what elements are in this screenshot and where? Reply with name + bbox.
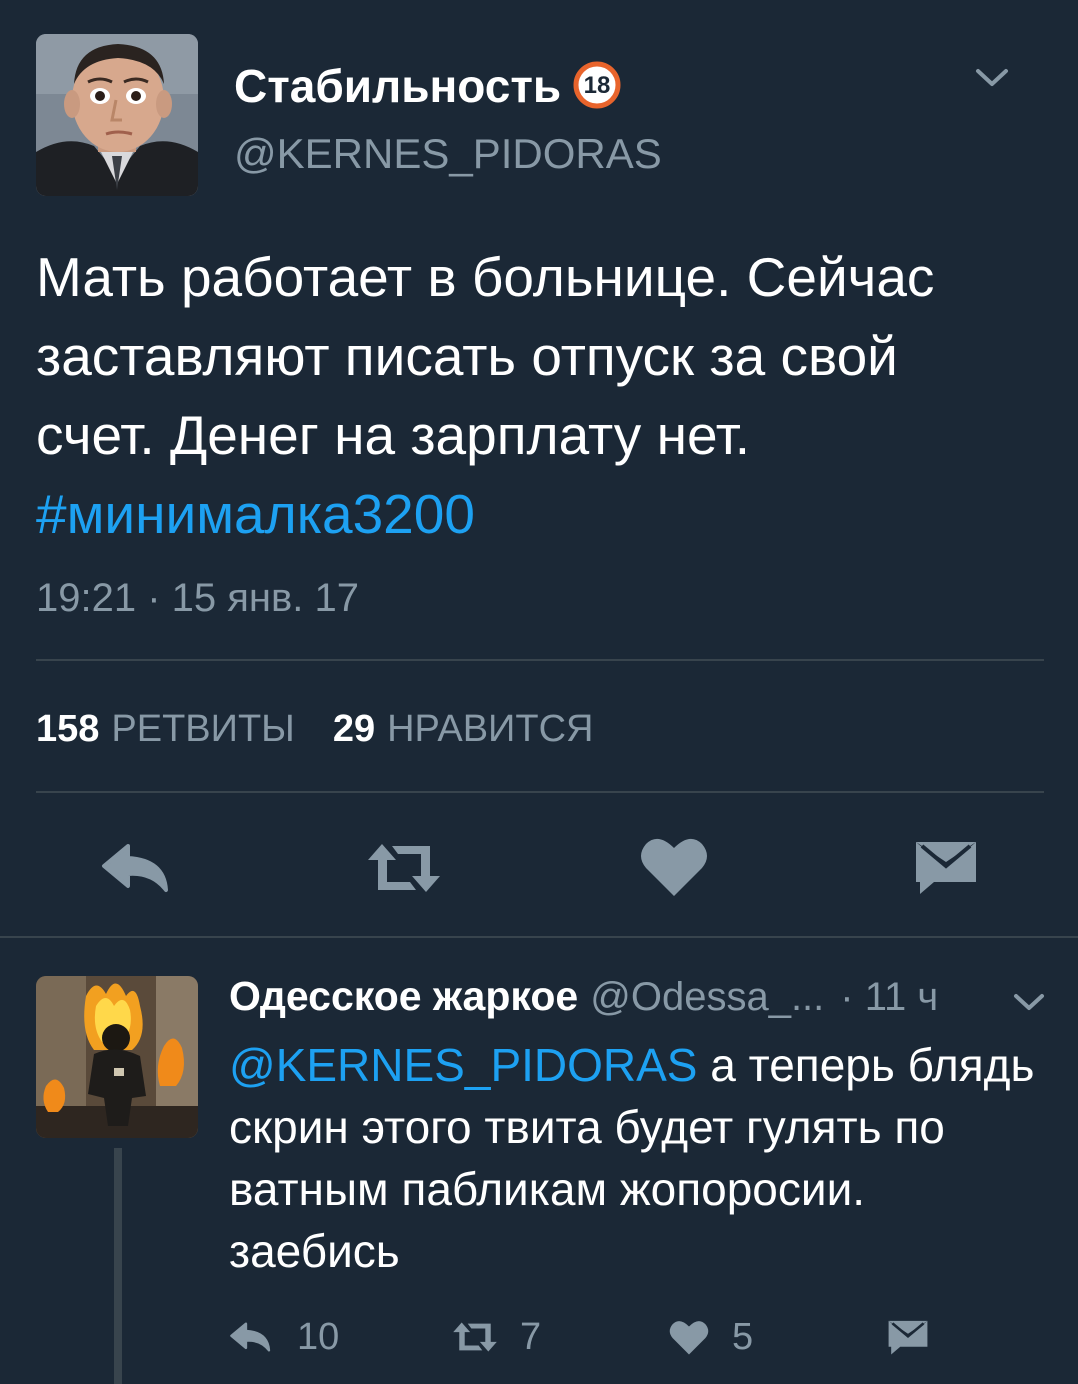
reply-author-avatar[interactable] bbox=[36, 976, 198, 1138]
hashtag-link[interactable]: #минималка3200 bbox=[36, 483, 475, 545]
author-avatar[interactable] bbox=[36, 34, 198, 196]
heart-icon bbox=[669, 1321, 709, 1355]
thread-connector-line bbox=[114, 1148, 122, 1384]
age-badge-text: 18 bbox=[584, 72, 611, 99]
author-handle[interactable]: @KERNES_PIDORAS bbox=[234, 128, 662, 180]
tweet-timestamp: 19:21 · 15 янв. 17 bbox=[36, 576, 359, 620]
mention-link[interactable]: @KERNES_PIDORAS bbox=[229, 1039, 698, 1091]
heart-icon[interactable] bbox=[638, 834, 710, 898]
reply-timestamp: · 11 ч bbox=[840, 975, 939, 1019]
retweets-count: 158 bbox=[36, 708, 100, 750]
envelope-icon[interactable] bbox=[912, 838, 980, 896]
age-badge-icon: 18 bbox=[573, 61, 621, 109]
reply-text-line: ватным пабликам жопоросии. bbox=[229, 1163, 866, 1215]
likes-stat[interactable]: 29 НРАВИТСЯ bbox=[333, 708, 594, 750]
retweet-icon bbox=[453, 1322, 497, 1352]
section-divider bbox=[0, 936, 1078, 938]
retweet-icon[interactable] bbox=[366, 838, 442, 898]
reply-body: @KERNES_PIDORAS а теперь блядь скрин это… bbox=[229, 1034, 1049, 1282]
retweets-stat[interactable]: 158 РЕТВИТЫ bbox=[36, 708, 295, 750]
reply-dm-button[interactable] bbox=[886, 1312, 930, 1362]
reply-like-count: 5 bbox=[732, 1316, 754, 1358]
tweet-text-line: счет. Денег на зарплату нет. bbox=[36, 404, 751, 466]
chevron-down-icon[interactable] bbox=[974, 62, 1010, 92]
reply-text-line: заебись bbox=[229, 1225, 400, 1277]
reply-icon bbox=[230, 1322, 271, 1352]
envelope-icon bbox=[888, 1320, 928, 1355]
reply-retweet-button[interactable]: 7 bbox=[452, 1312, 541, 1362]
reply-text-line: скрин этого твита будет гулять по bbox=[229, 1101, 945, 1153]
tweet-stats: 158 РЕТВИТЫ 29 НРАВИТСЯ bbox=[36, 704, 593, 754]
divider bbox=[36, 791, 1044, 793]
reply-icon[interactable] bbox=[100, 838, 176, 898]
likes-label: НРАВИТСЯ bbox=[387, 708, 594, 750]
tweet-text-line: заставляют писать отпуск за свой bbox=[36, 325, 898, 387]
chevron-down-icon[interactable] bbox=[1012, 988, 1046, 1014]
reply-text-line: а теперь блядь bbox=[697, 1039, 1035, 1091]
tweet-body: Мать работает в больнице. Сейчас заставл… bbox=[36, 238, 1046, 554]
reply-author-handle[interactable]: @Odessa_... bbox=[590, 975, 824, 1019]
retweets-label: РЕТВИТЫ bbox=[111, 708, 295, 750]
reply-header: Одесское жаркое @Odessa_... · 11 ч bbox=[229, 968, 938, 1034]
author-name-text: Стабильность bbox=[234, 60, 562, 112]
reply-like-button[interactable]: 5 bbox=[668, 1312, 753, 1362]
reply-reply-button[interactable]: 10 bbox=[229, 1312, 339, 1362]
tweet-text-line: Мать работает в больнице. Сейчас bbox=[36, 246, 935, 308]
reply-author-name[interactable]: Одесское жаркое bbox=[229, 973, 578, 1019]
divider bbox=[36, 659, 1044, 661]
reply-reply-count: 10 bbox=[297, 1316, 340, 1358]
likes-count: 29 bbox=[332, 708, 376, 750]
reply-retweet-count: 7 bbox=[520, 1316, 542, 1358]
author-display-name[interactable]: Стабильность 18 bbox=[234, 56, 621, 116]
